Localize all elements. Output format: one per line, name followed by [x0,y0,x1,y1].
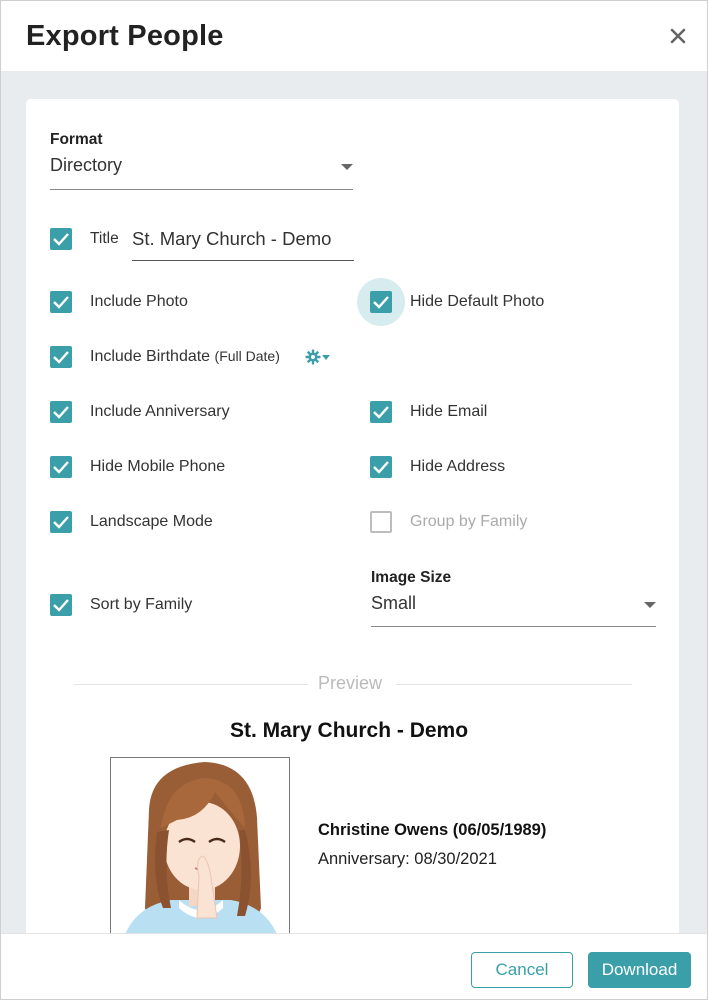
format-underline [50,189,353,190]
image-size-underline [371,626,656,627]
include-photo-checkbox[interactable] [50,291,72,313]
dialog-title: Export People [26,20,224,52]
dialog-header: Export People [1,1,707,71]
export-people-dialog: Export People Format Directory Title Inc… [0,0,708,1000]
title-input-underline [132,260,354,261]
preview-label: Preview [318,673,383,693]
chevron-down-icon [644,602,656,608]
chevron-down-icon [341,164,353,170]
hide-default-photo-label[interactable]: Hide Default Photo [410,293,544,311]
include-birthdate-text: Include Birthdate [90,348,211,365]
hide-default-photo-checkbox[interactable] [370,291,392,313]
format-label: Format [50,131,103,148]
hide-email-label[interactable]: Hide Email [410,403,487,421]
gear-dropdown-icon[interactable] [305,349,333,365]
include-birthdate-label[interactable]: Include Birthdate (Full Date) [90,348,280,366]
download-button[interactable]: Download [588,952,691,988]
include-photo-label[interactable]: Include Photo [90,293,188,311]
preview-person-anniversary: Anniversary: 08/30/2021 [318,850,497,868]
hide-mobile-phone-checkbox[interactable] [50,456,72,478]
include-anniversary-checkbox[interactable] [50,401,72,423]
close-icon[interactable] [667,25,689,47]
format-value: Directory [50,155,123,175]
group-by-family-checkbox[interactable] [370,511,392,533]
sort-by-family-label[interactable]: Sort by Family [90,596,192,614]
landscape-mode-label[interactable]: Landscape Mode [90,513,213,531]
title-input[interactable] [132,226,354,252]
group-by-family-label: Group by Family [410,513,528,530]
hide-address-label[interactable]: Hide Address [410,458,505,476]
preview-person-name: Christine Owens (06/05/1989) [318,821,547,839]
hide-address-checkbox[interactable] [370,456,392,478]
include-birthdate-checkbox[interactable] [50,346,72,368]
include-anniversary-label[interactable]: Include Anniversary [90,403,230,421]
birthdate-format-suffix: (Full Date) [214,348,280,364]
landscape-mode-checkbox[interactable] [50,511,72,533]
export-options-card: Format Directory Title Include Photo Hid… [26,99,679,999]
hide-email-checkbox[interactable] [370,401,392,423]
sort-by-family-checkbox[interactable] [50,594,72,616]
cancel-button[interactable]: Cancel [471,952,573,988]
title-checkbox[interactable] [50,228,72,250]
dialog-footer: Cancel Download [1,933,707,999]
image-size-label: Image Size [371,569,452,586]
hide-mobile-phone-label[interactable]: Hide Mobile Phone [90,458,225,476]
format-select[interactable]: Directory [50,153,353,191]
preview-photo [110,757,290,957]
preview-divider-right [396,684,632,685]
title-label: Title [90,230,119,247]
preview-divider-left [74,684,308,685]
image-size-value: Small [371,593,417,613]
image-size-select[interactable]: Small [371,591,656,629]
preview-title: St. Mary Church - Demo [230,719,469,742]
